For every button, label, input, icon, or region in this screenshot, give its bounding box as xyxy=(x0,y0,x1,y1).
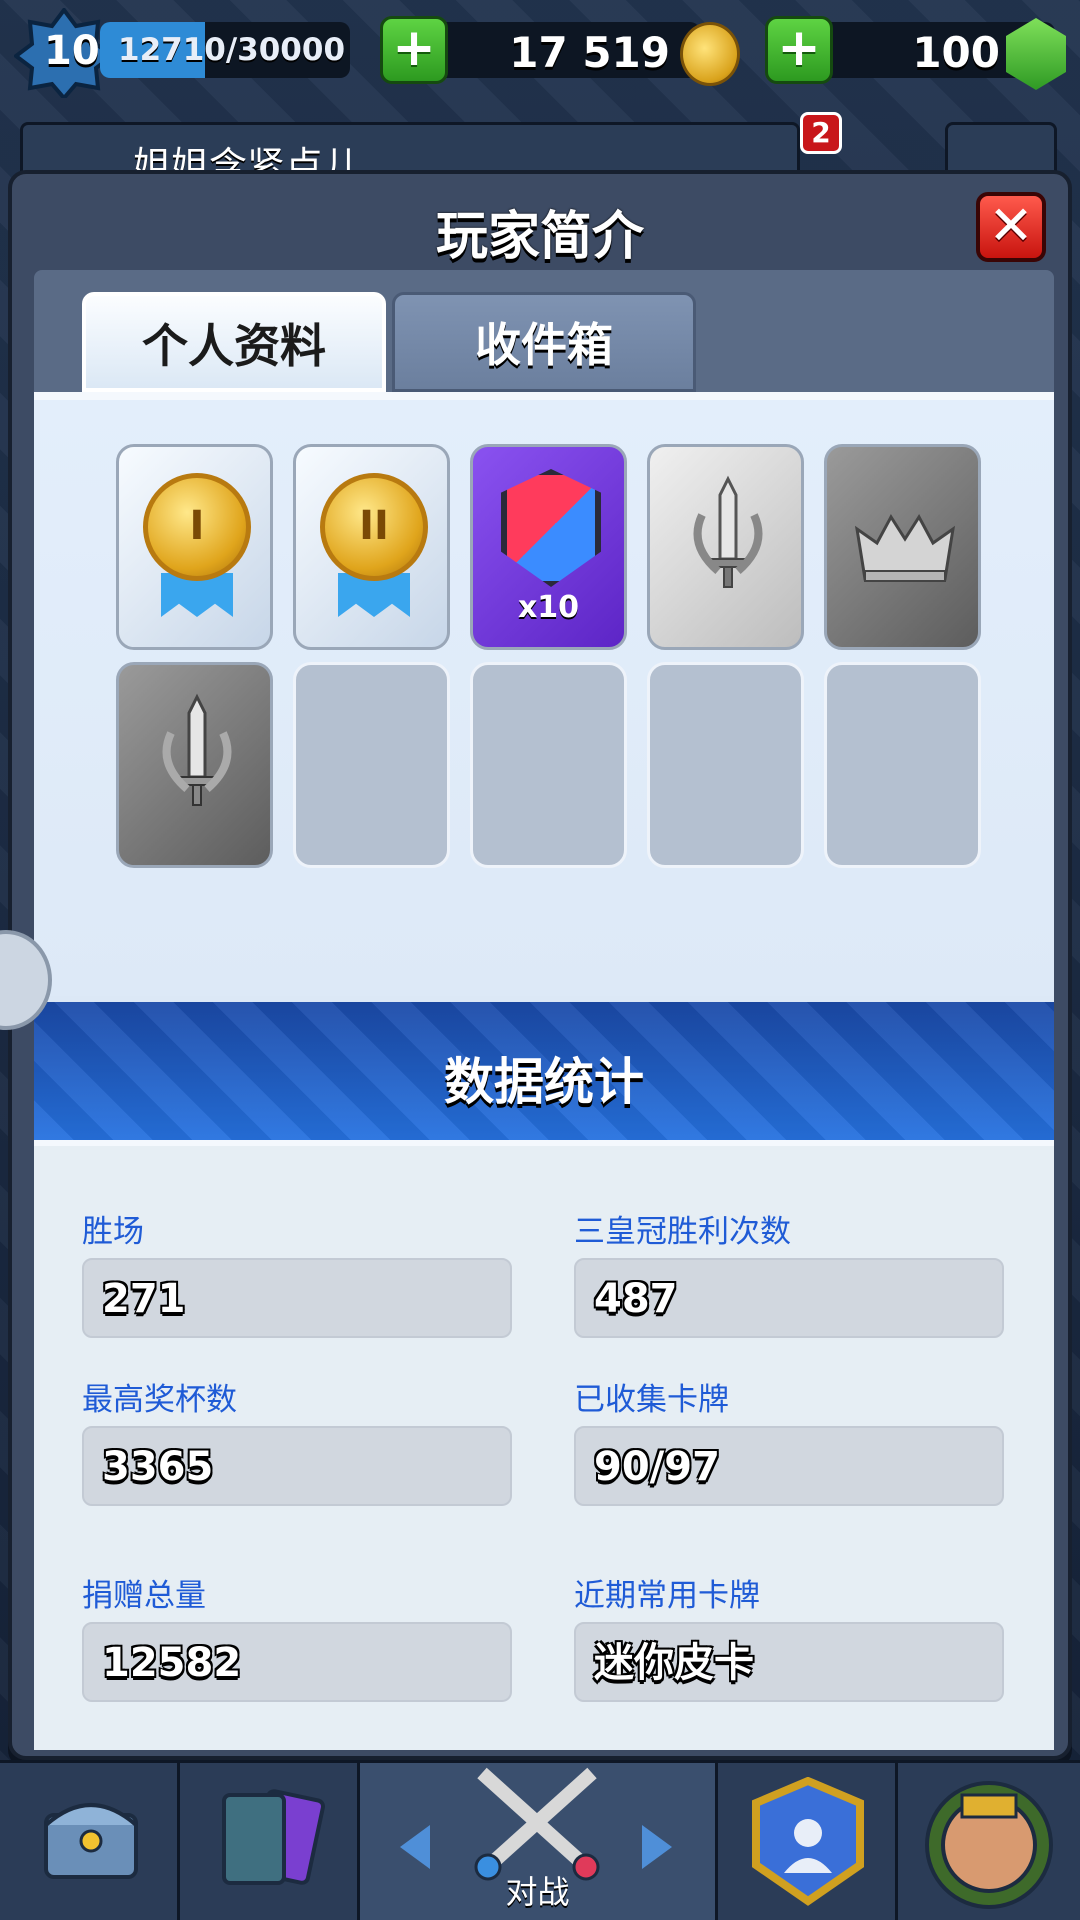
level-number: 10 xyxy=(44,28,100,74)
battle-shield-icon xyxy=(501,469,601,587)
silver-sword-wreath-icon xyxy=(693,475,763,588)
stats-header: 数据统计 xyxy=(34,996,1054,1146)
nav-battle-label: 对战 xyxy=(505,1873,570,1911)
gold-medal-1-icon: I xyxy=(143,473,251,581)
badge-slot[interactable]: x10 xyxy=(470,444,627,650)
stat-total-donations: 捐赠总量 12582 xyxy=(82,1570,512,1702)
gold-value: 17 519 xyxy=(509,28,670,77)
stat-label: 最高奖杯数 xyxy=(82,1382,237,1418)
clan-shield-icon xyxy=(752,1777,864,1906)
nav-tournaments[interactable] xyxy=(898,1763,1080,1920)
badges-section: I II x10 xyxy=(34,392,1054,996)
badge-slot[interactable] xyxy=(647,444,804,650)
cards-icon xyxy=(222,1789,326,1885)
buy-gold-button[interactable]: + xyxy=(380,16,448,84)
tab-inbox[interactable]: 收件箱 xyxy=(392,292,696,392)
nav-battle[interactable]: 对战 xyxy=(360,1763,718,1920)
badge-multiplier: x10 xyxy=(517,590,580,625)
player-profile-dialog: 玩家简介 ✕ 个人资料 收件箱 I II x10 数据统计 胜场 271 三皇冠… xyxy=(8,170,1072,1760)
silver-crown-icon xyxy=(854,514,956,582)
stat-wins: 胜场 271 xyxy=(82,1206,512,1338)
xp-text: 12710/30000 xyxy=(118,32,346,68)
stat-three-crown-wins: 三皇冠胜利次数 487 xyxy=(574,1206,1004,1338)
stat-label: 近期常用卡牌 xyxy=(574,1578,760,1614)
stat-value: 迷你皮卡 xyxy=(574,1622,1004,1702)
xp-bar: 12710/30000 xyxy=(100,22,350,78)
stat-value: 12582 xyxy=(82,1622,512,1702)
close-icon: ✕ xyxy=(988,194,1034,257)
tab-bar: 个人资料 收件箱 xyxy=(34,270,1054,392)
top-resource-bar: 10 12710/30000 + 17 519 + 100 xyxy=(0,0,1080,110)
nav-cards[interactable] xyxy=(180,1763,360,1920)
stats-section: 胜场 271 三皇冠胜利次数 487 最高奖杯数 3365 已收集卡牌 90/9… xyxy=(34,1146,1054,1750)
level-badge[interactable]: 10 xyxy=(12,6,116,102)
gold-coin-icon xyxy=(680,22,740,86)
arrow-left-icon[interactable] xyxy=(400,1825,430,1869)
bottom-nav: 对战 xyxy=(0,1760,1080,1920)
stat-label: 捐赠总量 xyxy=(82,1578,206,1614)
badge-grid: I II x10 xyxy=(116,444,996,868)
crossed-swords-icon xyxy=(474,1767,600,1881)
silver-sword-wreath-icon xyxy=(162,693,232,806)
buy-gems-button[interactable]: + xyxy=(765,16,833,84)
empty-badge-slot xyxy=(293,662,450,868)
badge-slot[interactable]: I xyxy=(116,444,273,650)
badge-slot[interactable] xyxy=(116,662,273,868)
badge-slot[interactable]: II xyxy=(293,444,450,650)
empty-badge-slot xyxy=(824,662,981,868)
arrow-right-icon[interactable] xyxy=(642,1825,672,1869)
stat-label: 三皇冠胜利次数 xyxy=(574,1214,791,1250)
stat-value: 487 xyxy=(574,1258,1004,1338)
dialog-title: 玩家简介 xyxy=(435,207,644,267)
king-portrait-icon xyxy=(925,1781,1053,1909)
stat-value: 271 xyxy=(82,1258,512,1338)
stat-value: 3365 xyxy=(82,1426,512,1506)
stat-label: 胜场 xyxy=(82,1214,144,1250)
stat-cards-found: 已收集卡牌 90/97 xyxy=(574,1374,1004,1506)
stat-label: 已收集卡牌 xyxy=(574,1382,729,1418)
chest-icon xyxy=(44,1803,138,1879)
badge-slot[interactable] xyxy=(824,444,981,650)
stat-value: 90/97 xyxy=(574,1426,1004,1506)
notification-badge: 2 xyxy=(800,112,842,154)
stat-highest-trophies: 最高奖杯数 3365 xyxy=(82,1374,512,1506)
nav-shop[interactable] xyxy=(0,1763,180,1920)
stat-favourite-card: 近期常用卡牌 迷你皮卡 xyxy=(574,1570,1004,1702)
gold-medal-2-icon: II xyxy=(320,473,428,581)
empty-badge-slot xyxy=(647,662,804,868)
close-button[interactable]: ✕ xyxy=(976,192,1046,262)
gem-value: 100 xyxy=(912,28,1000,77)
stats-title: 数据统计 xyxy=(444,1053,644,1111)
tab-profile[interactable]: 个人资料 xyxy=(82,292,386,392)
nav-clan[interactable] xyxy=(718,1763,898,1920)
empty-badge-slot xyxy=(470,662,627,868)
